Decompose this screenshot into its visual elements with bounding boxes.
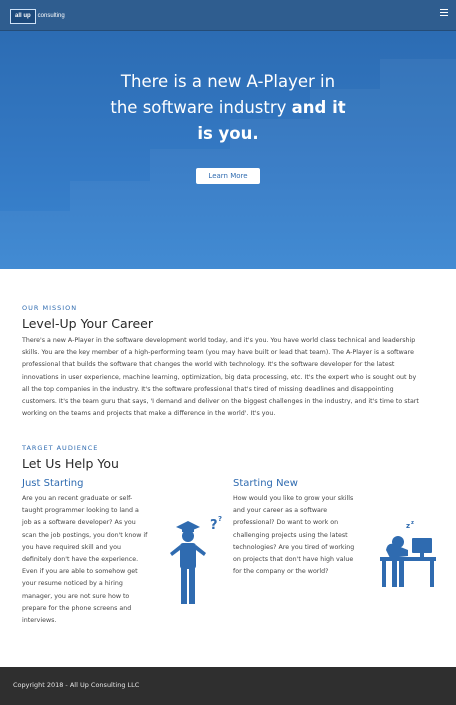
- logo[interactable]: all up consulting: [10, 9, 65, 24]
- svg-text:?: ?: [218, 515, 222, 523]
- mission-heading: Level-Up Your Career: [22, 316, 153, 331]
- mission-paragraph: There's a new A-Player in the software d…: [22, 335, 452, 420]
- paragraph-line: interviews.: [22, 617, 57, 625]
- paragraph-line: technologies? Are you tired of working: [233, 543, 355, 551]
- paragraph-line: skills. You are the key member of a high…: [22, 349, 414, 357]
- hero-banner: There is a new A-Player in the software …: [0, 31, 456, 269]
- svg-text:z: z: [411, 520, 414, 526]
- paragraph-line: on projects that don't have high value: [233, 556, 354, 564]
- hero-title-line2-bold: and it: [291, 98, 346, 117]
- sleep-z-icon: z: [406, 522, 410, 530]
- paragraph-line: job as a software developer? As you: [22, 519, 136, 527]
- paragraph-line: you have required skill and you: [22, 543, 122, 551]
- paragraph-line: There's a new A-Player in the software d…: [22, 337, 416, 344]
- paragraph-line: manager, you are not sure how to: [22, 592, 130, 600]
- paragraph-line: innovations in user experience, machine …: [22, 373, 417, 381]
- paragraph-line: prepare for the phone screens and: [22, 604, 132, 612]
- question-mark-icon: ?: [210, 518, 218, 533]
- learn-more-button[interactable]: Learn More: [196, 168, 260, 184]
- paragraph-line: How would you like to grow your skills: [233, 495, 354, 502]
- starting-new-title: Starting New: [233, 478, 298, 489]
- hero-bg-step: [70, 181, 456, 211]
- footer: Copyright 2018 - All Up Consulting LLC: [0, 667, 456, 705]
- just-starting-title: Just Starting: [22, 478, 84, 489]
- paragraph-line: taught programmer looking to land a: [22, 507, 139, 515]
- confused-graduate-illustration: ? ?: [170, 515, 222, 604]
- hero-bg-step: [0, 211, 456, 269]
- hero-title-line2: the software industry: [110, 98, 292, 117]
- hero-title-line1: There is a new A-Player in: [120, 72, 336, 91]
- hero-title-line3: is you.: [197, 124, 259, 143]
- paragraph-line: Are you an recent graduate or self-: [22, 495, 133, 502]
- audience-heading: Let Us Help You: [22, 456, 119, 471]
- audience-label: TARGET AUDIENCE: [22, 444, 99, 452]
- paragraph-line: Even if you are able to somehow get: [22, 568, 138, 576]
- copyright-text: Copyright 2018 - All Up Consulting LLC: [13, 681, 140, 689]
- mission-label: OUR MISSION: [22, 304, 78, 312]
- navbar: all up consulting: [0, 0, 456, 31]
- computer-monitor-icon: [412, 538, 432, 553]
- logo-mark: all up: [10, 9, 36, 24]
- hero-title: There is a new A-Player in the software …: [90, 69, 366, 147]
- logo-wordmark: consulting: [37, 13, 65, 19]
- paragraph-line: working on the teams and projects that m…: [22, 410, 276, 418]
- paragraph-line: customers. It's the team guru that says,…: [22, 398, 419, 406]
- paragraph-line: your resume noticed by a hiring: [22, 580, 123, 588]
- paragraph-line: for the company or the world?: [233, 568, 329, 576]
- paragraph-line: professional? Do want to work on: [233, 519, 339, 527]
- desk-icon: [380, 557, 436, 561]
- paragraph-line: definitely don't have the experience.: [22, 556, 139, 564]
- paragraph-line: and your career as a software: [233, 507, 328, 515]
- sleeping-at-desk-illustration: z z: [380, 520, 436, 587]
- starting-new-paragraph: How would you like to grow your skills a…: [233, 493, 373, 578]
- hamburger-menu-icon[interactable]: [440, 9, 448, 16]
- hero-bg-step: [380, 59, 456, 89]
- paragraph-line: all the top companies in the industry. I…: [22, 385, 394, 393]
- paragraph-line: challenging projects using the latest: [233, 531, 348, 539]
- paragraph-line: professional that builds the software th…: [22, 361, 395, 369]
- just-starting-paragraph: Are you an recent graduate or self- taug…: [22, 493, 162, 627]
- paragraph-line: scan the job postings, you don't know if: [22, 531, 148, 539]
